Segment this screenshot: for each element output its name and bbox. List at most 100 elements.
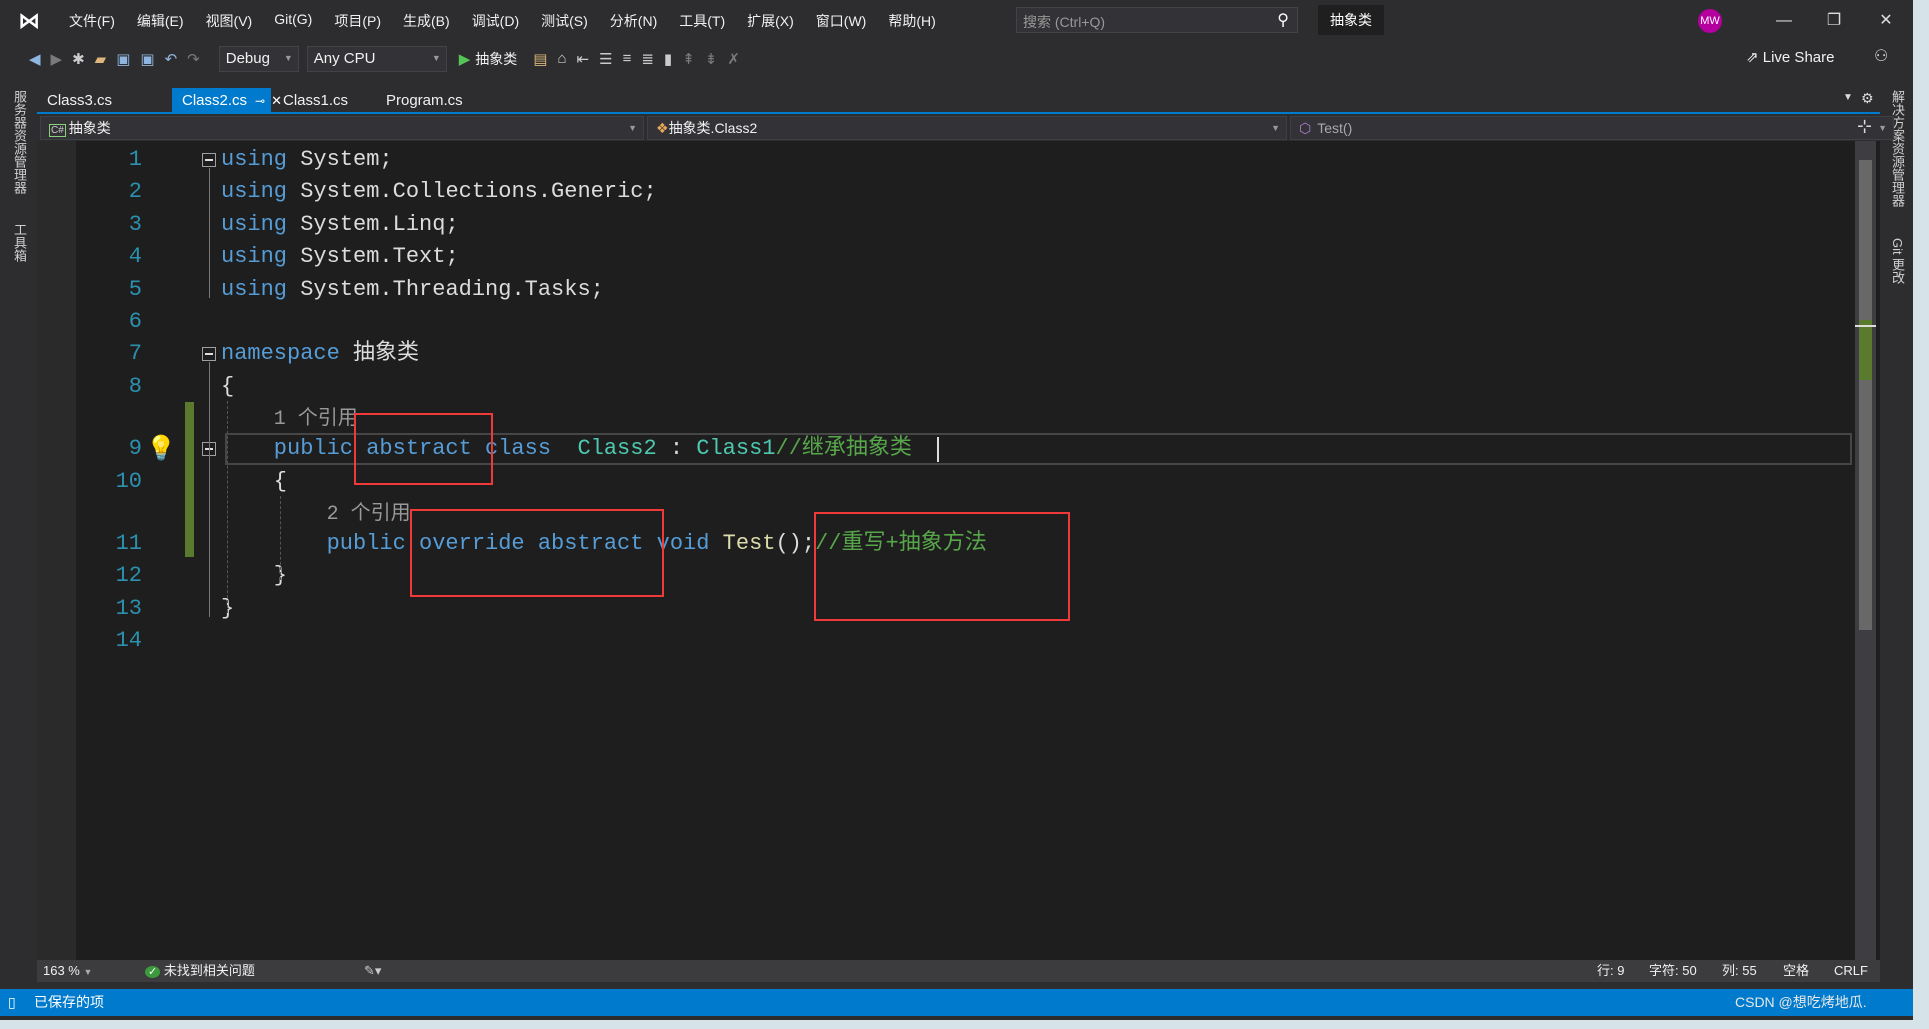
menu-item[interactable]: 分析(N) (599, 11, 668, 31)
tab-class2-cs[interactable]: Class2.cs ⊸ ✕ (172, 88, 282, 113)
close-button[interactable]: ✕ (1866, 8, 1906, 34)
lightbulb-icon[interactable]: 💡 (146, 434, 176, 463)
tab-class3-cs[interactable]: Class3.cs (37, 88, 157, 113)
code-line[interactable]: using System.Collections.Generic; (221, 176, 657, 208)
menu-item[interactable]: 扩展(X) (736, 11, 805, 31)
menu-item[interactable]: 帮助(H) (877, 11, 946, 31)
new-project-icon[interactable]: ✱ (72, 50, 85, 68)
chevron-down-icon: ▼ (1271, 123, 1280, 133)
platform-dropdown[interactable]: Any CPU ▼ (306, 45, 447, 72)
menu-item[interactable]: 调试(D) (461, 11, 530, 31)
tab-program-cs[interactable]: Program.cs (376, 88, 496, 113)
format-icon[interactable]: ☰ (599, 50, 612, 68)
pin-icon[interactable]: ⊸ (255, 94, 265, 108)
code-line[interactable]: using System.Linq; (221, 209, 459, 241)
redo-icon[interactable]: ↷ (187, 50, 200, 68)
whitespace-indicator[interactable]: 空格 (1783, 960, 1809, 982)
minimize-button[interactable]: — (1764, 8, 1804, 34)
menu-item[interactable]: 编辑(E) (126, 11, 195, 31)
step-icon[interactable]: ⇤ (577, 50, 590, 68)
forward-icon[interactable]: ▶ (51, 50, 63, 68)
config-dropdown[interactable]: Debug ▼ (218, 45, 299, 72)
zoom-value: 163 % (43, 963, 80, 978)
find-in-files-icon[interactable]: ▤ (533, 50, 547, 68)
comment-icon[interactable]: ≡ (623, 50, 632, 67)
tab-underline (37, 112, 1880, 114)
save-icon[interactable]: ▣ (116, 50, 130, 68)
open-icon[interactable]: ▰ (95, 50, 107, 68)
prev-bookmark-icon[interactable]: ⇞ (682, 50, 695, 68)
tab-class1-cs[interactable]: Class1.cs (273, 88, 393, 113)
menu-item[interactable]: 项目(P) (323, 11, 392, 31)
code-line[interactable]: using System; (221, 144, 393, 176)
code-line[interactable]: { (221, 371, 234, 403)
code-token: System.Text; (287, 244, 459, 270)
line-number: 4 (128, 244, 142, 270)
git-changes-tab[interactable]: Git 更改 (1888, 238, 1907, 284)
right-tool-strip: 解决方案资源管理器 Git 更改 (1880, 88, 1913, 983)
issues-indicator[interactable]: ✓ 未找到相关问题 (145, 960, 255, 983)
live-share-button[interactable]: ⇗ Live Share (1746, 48, 1834, 66)
solution-name: 抽象类 (1318, 5, 1384, 35)
project-dropdown[interactable]: C# 抽象类 ▼ (40, 116, 644, 140)
zoom-dropdown[interactable]: 163 % ▼ (43, 960, 92, 983)
char-indicator[interactable]: 字符: 50 (1649, 960, 1697, 982)
line-number: 13 (115, 595, 142, 621)
save-all-icon[interactable]: ▣ (140, 50, 154, 68)
menu-item[interactable]: 视图(V) (195, 11, 264, 31)
toolbox-tab[interactable]: 工具箱 (10, 223, 29, 262)
feedback-icon[interactable]: ⚇ (1874, 46, 1888, 66)
document-tabs: Class3.cs Class2.cs ⊸ ✕ Class1.cs Program.cs (37, 88, 1880, 113)
code-line[interactable]: namespace 抽象类 (221, 338, 419, 370)
collapse-icon[interactable] (202, 347, 216, 362)
codelens-references[interactable]: 1 个引用 (274, 405, 358, 435)
tab-label: Program.cs (386, 92, 463, 109)
code-token: System.Collections.Generic; (287, 179, 657, 205)
chevron-down-icon: ▼ (83, 967, 93, 977)
code-token: System.Linq; (287, 211, 459, 237)
line-ending-indicator[interactable]: CRLF (1834, 960, 1868, 982)
code-line[interactable]: using System.Text; (221, 241, 459, 273)
indicator-margin (37, 141, 76, 960)
type-dropdown[interactable]: ❖抽象类.Class2 ▼ (647, 116, 1287, 140)
solution-explorer-tab[interactable]: 解决方案资源管理器 (1888, 90, 1907, 207)
line-number: 9 (128, 436, 142, 462)
undo-icon[interactable]: ↶ (165, 50, 178, 68)
next-bookmark-icon[interactable]: ⇟ (705, 50, 718, 68)
start-button[interactable]: 抽象类 (475, 49, 517, 69)
menu-item[interactable]: 窗口(W) (805, 11, 878, 31)
home-icon[interactable]: ⌂ (557, 50, 566, 67)
search-input[interactable]: 搜索 (Ctrl+Q) ⚲ (1016, 7, 1298, 33)
menu-item[interactable]: Git(G) (263, 11, 323, 31)
tab-list-dropdown-icon[interactable]: ▼ (1843, 92, 1853, 103)
line-indicator[interactable]: 行: 9 (1597, 960, 1624, 982)
uncomment-icon[interactable]: ≣ (641, 50, 654, 68)
code-line[interactable]: { (274, 466, 287, 498)
member-dropdown[interactable]: ⬡ Test() ▼ (1290, 116, 1894, 140)
menu-bar: 文件(F) 编辑(E) 视图(V) Git(G) 项目(P) 生成(B) 调试(D) 测试(S… (58, 11, 947, 31)
menu-item[interactable]: 生成(B) (392, 11, 461, 31)
start-icon[interactable]: ▶ (459, 50, 471, 68)
line-number: 14 (115, 628, 142, 654)
bookmark-icon[interactable]: ▮ (664, 50, 672, 68)
avatar[interactable]: MW (1698, 9, 1722, 33)
code-token: using (221, 147, 288, 172)
collapse-icon[interactable] (202, 153, 216, 167)
menu-item[interactable]: 文件(F) (58, 11, 126, 31)
restore-button[interactable]: ❐ (1814, 8, 1854, 34)
tab-label: Class3.cs (47, 92, 113, 109)
back-icon[interactable]: ◀ (29, 50, 41, 68)
visual-studio-logo-icon: ⋈ (18, 7, 40, 33)
col-indicator[interactable]: 列: 55 (1722, 960, 1757, 982)
menu-item[interactable]: 测试(S) (530, 11, 599, 31)
clear-bookmarks-icon[interactable]: ✗ (727, 50, 740, 68)
code-line[interactable]: using System.Threading.Tasks; (221, 274, 604, 306)
codelens-references[interactable]: 2 个引用 (327, 500, 411, 530)
scroll-change-marker (1859, 320, 1872, 380)
scrollbar-thumb[interactable] (1859, 160, 1872, 630)
gear-icon[interactable]: ⚙ (1861, 90, 1874, 107)
menu-item[interactable]: 工具(T) (668, 11, 736, 31)
split-icon[interactable]: ⊹ (1857, 116, 1872, 137)
cleanup-icon[interactable]: ✎▾ (364, 960, 381, 982)
server-explorer-tab[interactable]: 服务器资源管理器 (10, 90, 29, 194)
